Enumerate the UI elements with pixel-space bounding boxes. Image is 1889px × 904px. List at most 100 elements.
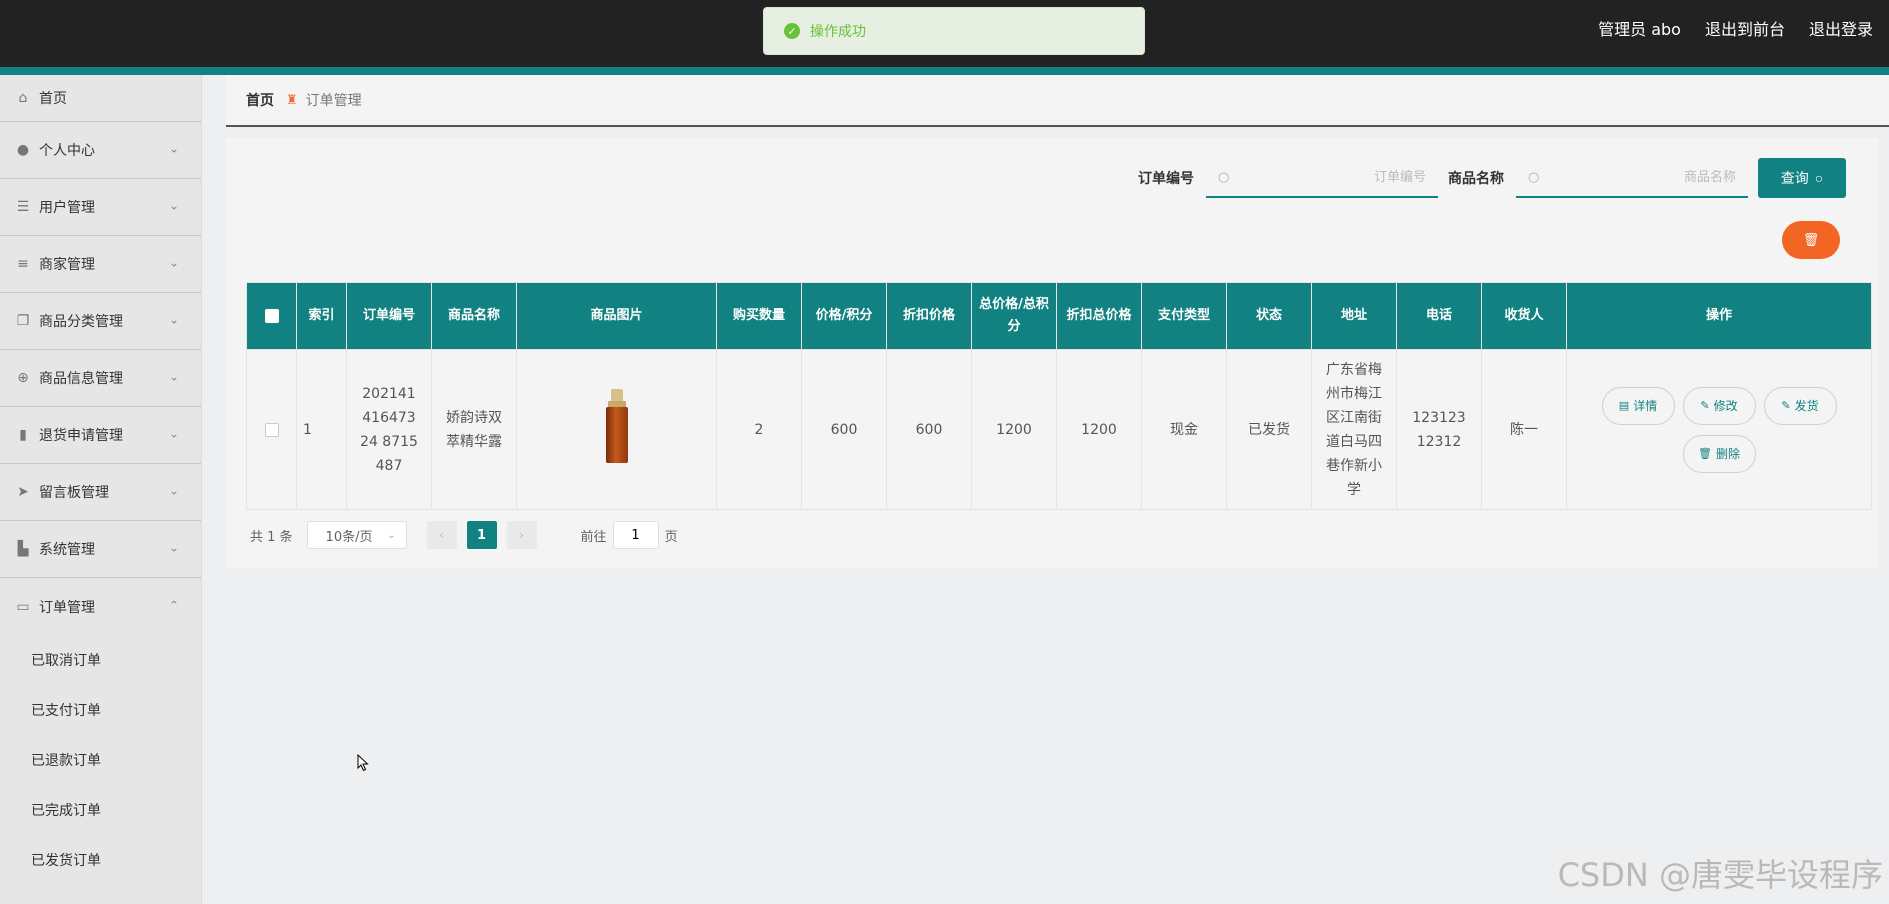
chevron-down-icon: ⌄ [168, 483, 179, 498]
prev-page-button[interactable]: ‹ [426, 521, 457, 549]
pagination: 共 1 条 10条/页 ⌄ ‹ 1 › 前往 页 [250, 521, 678, 549]
column-header: 电话 [1396, 282, 1482, 350]
home-icon: ⌂ [18, 90, 28, 106]
briefcase-icon: ▭ [16, 598, 30, 615]
toast-message: 操作成功 [810, 24, 866, 40]
status-cell: 已发货 [1226, 349, 1312, 510]
sidebar-item-product-management[interactable]: ⊕ 商品信息管理 ⌄ [0, 350, 201, 407]
sidebar-item-system-management[interactable]: ▙ 系统管理 ⌄ [0, 521, 201, 578]
column-header: 折扣价格 [886, 282, 972, 350]
table-row: 1 20214141647324 8715487 娇韵诗双萃精华露 2 600 … [246, 349, 1872, 510]
sidebar-item-home[interactable]: ⌂ 首页 [0, 75, 201, 122]
column-header: 总价格/总积分 [971, 282, 1057, 350]
query-button-label: 查询 [1780, 170, 1809, 186]
batch-delete-button[interactable]: 🗑 [1782, 221, 1840, 259]
sidebar-item-user-management[interactable]: ☰ 用户管理 ⌄ [0, 179, 201, 236]
product-name-label: 商品名称 [1448, 171, 1504, 187]
column-header: 收货人 [1481, 282, 1567, 350]
sidebar-item-label: 订单管理 [39, 599, 95, 616]
admin-user-label: 管理员 abo [1598, 20, 1681, 39]
basket-icon: ♜ [286, 92, 298, 108]
column-header: 商品图片 [516, 282, 717, 350]
product-name-search-box: ○ [1516, 158, 1748, 198]
sidebar-item-merchant-management[interactable]: ≡ 商家管理 ⌄ [0, 236, 201, 293]
breadcrumb-current: 订单管理 [305, 93, 362, 109]
goto-page-input[interactable] [612, 521, 659, 549]
address-cell: 广东省梅州市梅江区江南街道白马四巷作新小学 [1311, 349, 1397, 510]
target-icon: ⊕ [17, 370, 29, 386]
top-bar-stripe [0, 67, 1889, 75]
order-table: 索引 订单编号 商品名称 商品图片 购买数量 价格/积分 折扣价格 总价格/总积… [246, 282, 1872, 510]
search-icon: ○ [1218, 169, 1230, 185]
page-size-value: 10条/页 [325, 529, 373, 545]
sidebar-item-message-board[interactable]: ➤ 留言板管理 ⌄ [0, 464, 201, 521]
exit-to-front-link[interactable]: 退出到前台 [1705, 16, 1785, 40]
delete-button[interactable]: 🗑 删除 [1682, 434, 1756, 473]
logout-link[interactable]: 退出登录 [1809, 16, 1873, 40]
table-header-row: 索引 订单编号 商品名称 商品图片 购买数量 价格/积分 折扣价格 总价格/总积… [246, 282, 1872, 350]
row-select-cell [246, 349, 297, 510]
row-checkbox[interactable] [264, 422, 279, 437]
column-header: 地址 [1311, 282, 1397, 350]
product-name-cell: 娇韵诗双萃精华露 [431, 349, 517, 510]
next-page-button[interactable]: › [506, 521, 537, 549]
query-button[interactable]: 查询 ○ [1758, 158, 1846, 198]
search-icon: ○ [1814, 170, 1824, 186]
product-name-input[interactable] [1545, 169, 1736, 185]
copy-icon: ❐ [16, 313, 30, 329]
submenu-shipped-orders[interactable]: 已发货订单 [0, 835, 201, 885]
document-icon: ▤ [1618, 398, 1630, 412]
product-image [604, 388, 630, 463]
order-no-input[interactable] [1235, 169, 1426, 185]
chevron-down-icon: ⌄ [168, 198, 179, 213]
page-number-current[interactable]: 1 [466, 521, 497, 549]
submenu-paid-orders[interactable]: 已支付订单 [0, 685, 201, 735]
order-no-cell: 20214141647324 8715487 [346, 349, 432, 510]
order-no-label: 订单编号 [1138, 171, 1194, 187]
tools-icon: ▙ [17, 541, 29, 557]
sidebar-item-order-management[interactable]: ▭ 订单管理 ⌃ [0, 578, 201, 635]
mouse-cursor-icon [357, 754, 369, 772]
submenu-refunded-orders[interactable]: 已退款订单 [0, 735, 201, 785]
goto-page: 前往 页 [581, 521, 678, 549]
detail-button-label: 详情 [1633, 398, 1658, 413]
top-right-links: 管理员 abo 退出到前台 退出登录 [1598, 16, 1873, 40]
edit-icon: ✎ [1700, 398, 1710, 412]
order-no-search-box: ○ [1206, 158, 1438, 198]
sidebar-item-label: 系统管理 [39, 542, 95, 558]
product-image-cell [516, 349, 717, 510]
sidebar-item-category-management[interactable]: ❐ 商品分类管理 ⌄ [0, 293, 201, 350]
sidebar: ⌂ 首页 ● 个人中心 ⌄ ☰ 用户管理 ⌄ ≡ 商家管理 ⌄ ❐ 商品分类管理… [0, 75, 202, 904]
chevron-down-icon: ⌄ [168, 255, 179, 270]
chevron-down-icon: ⌄ [168, 312, 179, 327]
column-header: 商品名称 [431, 282, 517, 350]
index-cell: 1 [296, 349, 347, 510]
ship-button[interactable]: ✎ 发货 [1763, 386, 1837, 425]
column-header: 价格/积分 [801, 282, 887, 350]
watermark: CSDN @唐雯毕设程序 [1557, 856, 1883, 894]
list-icon: ☰ [16, 199, 30, 215]
submenu-completed-orders[interactable]: 已完成订单 [0, 785, 201, 835]
menu-icon: ≡ [17, 256, 29, 272]
select-all-checkbox[interactable] [264, 308, 279, 323]
edit-button[interactable]: ✎ 修改 [1682, 386, 1756, 425]
detail-button[interactable]: ▤ 详情 [1601, 386, 1675, 425]
order-list-card: 订单编号 ○ 商品名称 ○ 查询 ○ 🗑 索引 订单编号 商品名称 商品图片 购… [226, 138, 1878, 568]
search-bar: 订单编号 ○ 商品名称 ○ 查询 ○ [1138, 158, 1846, 198]
page-size-select[interactable]: 10条/页 ⌄ [306, 521, 407, 549]
discount-total-cell: 1200 [1056, 349, 1142, 510]
ship-button-label: 发货 [1794, 398, 1819, 413]
submenu-cancelled-orders[interactable]: 已取消订单 [0, 635, 201, 685]
column-header: 操作 [1566, 282, 1872, 350]
sidebar-item-personal-center[interactable]: ● 个人中心 ⌄ [0, 122, 201, 179]
breadcrumb-home[interactable]: 首页 [246, 90, 274, 110]
select-all-cell [246, 282, 297, 350]
send-icon: ➤ [17, 484, 29, 500]
actions-cell: ▤ 详情 ✎ 修改 ✎ 发货 🗑 删除 [1566, 349, 1872, 510]
sidebar-item-return-management[interactable]: ▮ 退货申请管理 ⌄ [0, 407, 201, 464]
column-header: 订单编号 [346, 282, 432, 350]
edit-icon: ✎ [1781, 398, 1791, 412]
quantity-cell: 2 [716, 349, 802, 510]
pay-type-cell: 现金 [1141, 349, 1227, 510]
column-header: 索引 [296, 282, 347, 350]
